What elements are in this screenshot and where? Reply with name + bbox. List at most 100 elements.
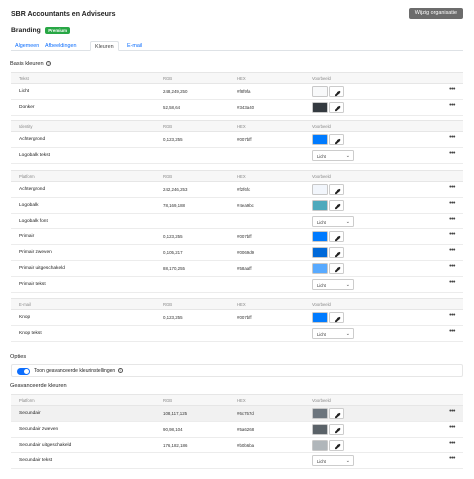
- color-swatch[interactable]: [312, 262, 328, 274]
- more-dots-icon[interactable]: •••: [449, 200, 455, 207]
- color-swatch[interactable]: [312, 199, 328, 211]
- color-picker-button[interactable]: [329, 134, 344, 145]
- basic-colors-label: Basis kleuren: [10, 61, 44, 67]
- color-swatch[interactable]: [312, 134, 328, 145]
- color-swatch[interactable]: [312, 247, 328, 259]
- color-picker-button[interactable]: [329, 312, 344, 323]
- group-identity: Identity RGB HEX Voorbeeld Achtergrond 0,123,…: [11, 120, 463, 164]
- hex-value: #0069d9: [237, 250, 255, 256]
- color-name: Knop tekst: [19, 330, 42, 336]
- table-row: Secundair uitgeschakeld 176,182,186 #b0b6b…: [11, 438, 463, 454]
- select-value: Licht: [317, 153, 326, 159]
- more-dots-icon[interactable]: •••: [449, 440, 455, 447]
- branding-heading: Branding Premium: [11, 27, 71, 37]
- more-dots-icon[interactable]: •••: [449, 86, 455, 93]
- color-picker-button[interactable]: [329, 184, 344, 195]
- hex-value: #6c757d: [237, 411, 254, 416]
- column-header-name: E-mail: [19, 302, 31, 307]
- tab-afbeeldingen[interactable]: Afbeeldingen: [41, 41, 80, 51]
- chevron-down-icon: ⌄: [345, 281, 350, 288]
- color-picker-button[interactable]: [329, 86, 344, 97]
- more-dots-icon[interactable]: •••: [449, 216, 455, 223]
- table-row: Logobalk tekst Licht ⌄ •••: [11, 148, 463, 164]
- table-row: Secundair 108,117,125 #6c757d •••: [11, 406, 463, 422]
- rgb-value: 52,58,64: [163, 104, 181, 110]
- branding-title: Branding: [11, 27, 41, 34]
- color-name: Secundair uitgeschakeld: [19, 442, 72, 448]
- table-row: Donker 52,58,64 #343a40 •••: [11, 100, 463, 116]
- color-swatch[interactable]: [312, 312, 328, 323]
- eyedropper-icon: [335, 267, 341, 273]
- tab-email[interactable]: E-mail: [123, 41, 146, 51]
- more-dots-icon[interactable]: •••: [449, 150, 455, 157]
- text-color-select[interactable]: Licht ⌄: [312, 149, 354, 161]
- color-picker-button[interactable]: [329, 262, 344, 274]
- column-header-preview: Voorbeeld: [312, 302, 331, 307]
- text-color-select[interactable]: Licht ⌄: [312, 215, 354, 227]
- advanced-colors-toggle[interactable]: [17, 367, 30, 375]
- more-dots-icon[interactable]: •••: [449, 279, 455, 286]
- color-picker-button[interactable]: [329, 423, 344, 435]
- more-dots-icon[interactable]: •••: [449, 102, 455, 109]
- color-swatch[interactable]: [312, 86, 328, 97]
- color-picker-button[interactable]: [329, 439, 344, 451]
- color-swatch[interactable]: [312, 231, 328, 243]
- rgb-value: 108,117,125: [163, 411, 188, 416]
- more-dots-icon[interactable]: •••: [449, 231, 455, 238]
- table-header: Platform RGB HEX Voorbeeld: [11, 394, 463, 406]
- color-picker-button[interactable]: [329, 247, 344, 259]
- text-color-select[interactable]: Licht ⌄: [312, 327, 354, 339]
- color-name: Secundair: [19, 411, 41, 416]
- tab-algemeen[interactable]: Algemeen: [11, 41, 43, 51]
- more-dots-icon[interactable]: •••: [449, 328, 455, 335]
- color-name: Logobalk tekst: [19, 152, 50, 158]
- table-row: Knop tekst Licht ⌄ •••: [11, 326, 463, 342]
- color-picker-button[interactable]: [329, 408, 344, 419]
- color-name: Licht: [19, 89, 30, 94]
- color-swatch[interactable]: [312, 423, 328, 435]
- column-header-rgb: RGB: [163, 76, 173, 81]
- hex-value: #4ea9bc: [237, 202, 254, 208]
- info-icon[interactable]: ?: [46, 61, 52, 67]
- more-dots-icon[interactable]: •••: [449, 424, 455, 431]
- color-swatch[interactable]: [312, 439, 328, 451]
- more-dots-icon[interactable]: •••: [449, 247, 455, 254]
- color-picker-button[interactable]: [329, 231, 344, 243]
- table-row: Logobalk 78,169,188 #4ea9bc •••: [11, 198, 463, 214]
- toggle-label-text: Toon geavanceerde kleurinstellingen: [34, 368, 116, 374]
- color-swatch[interactable]: [312, 101, 328, 113]
- chevron-down-icon: ⌄: [345, 330, 350, 337]
- color-swatch[interactable]: [312, 184, 328, 195]
- eyedropper-icon: [335, 204, 341, 210]
- more-dots-icon[interactable]: •••: [449, 184, 455, 191]
- more-dots-icon[interactable]: •••: [449, 312, 455, 319]
- more-dots-icon[interactable]: •••: [449, 134, 455, 141]
- hex-value: #58aaff: [237, 265, 252, 271]
- column-header-preview: Voorbeeld: [312, 76, 331, 81]
- tab-kleuren[interactable]: Kleuren: [90, 41, 119, 51]
- column-header-name: Platform: [19, 398, 35, 403]
- text-color-select[interactable]: Licht ⌄: [312, 455, 354, 467]
- group-platform: Platform RGB HEX Voorbeeld Achtergrond 242,24…: [11, 170, 463, 293]
- basic-colors-title: Basis kleuren ?: [10, 61, 52, 67]
- text-color-select[interactable]: Licht ⌄: [312, 278, 354, 290]
- more-dots-icon[interactable]: •••: [449, 455, 455, 462]
- top-bar: SBR Accountants en Adviseurs Wijzig orga…: [11, 8, 463, 22]
- color-name: Logobalk font: [19, 218, 48, 224]
- color-picker-button[interactable]: [329, 101, 344, 113]
- more-dots-icon[interactable]: •••: [449, 263, 455, 270]
- more-dots-icon[interactable]: •••: [449, 408, 455, 415]
- column-header-hex: HEX: [237, 76, 246, 81]
- eyedropper-icon: [335, 412, 341, 418]
- column-header-name: Platform: [19, 174, 35, 179]
- table-row: Achtergrond 242,246,253 #f2f6fc •••: [11, 182, 463, 198]
- rgb-value: 90,98,104: [163, 426, 183, 432]
- edit-organization-button[interactable]: Wijzig organisatie: [408, 8, 463, 19]
- color-picker-button[interactable]: [329, 199, 344, 211]
- rgb-value: 0,123,255: [163, 137, 183, 142]
- info-icon[interactable]: ?: [117, 368, 123, 374]
- rgb-value: 176,182,186: [163, 442, 188, 448]
- color-swatch[interactable]: [312, 408, 328, 419]
- color-name: Primair: [19, 234, 35, 240]
- group-email: E-mail RGB HEX Voorbeeld Knop 0,123,255 #007bf…: [11, 298, 463, 342]
